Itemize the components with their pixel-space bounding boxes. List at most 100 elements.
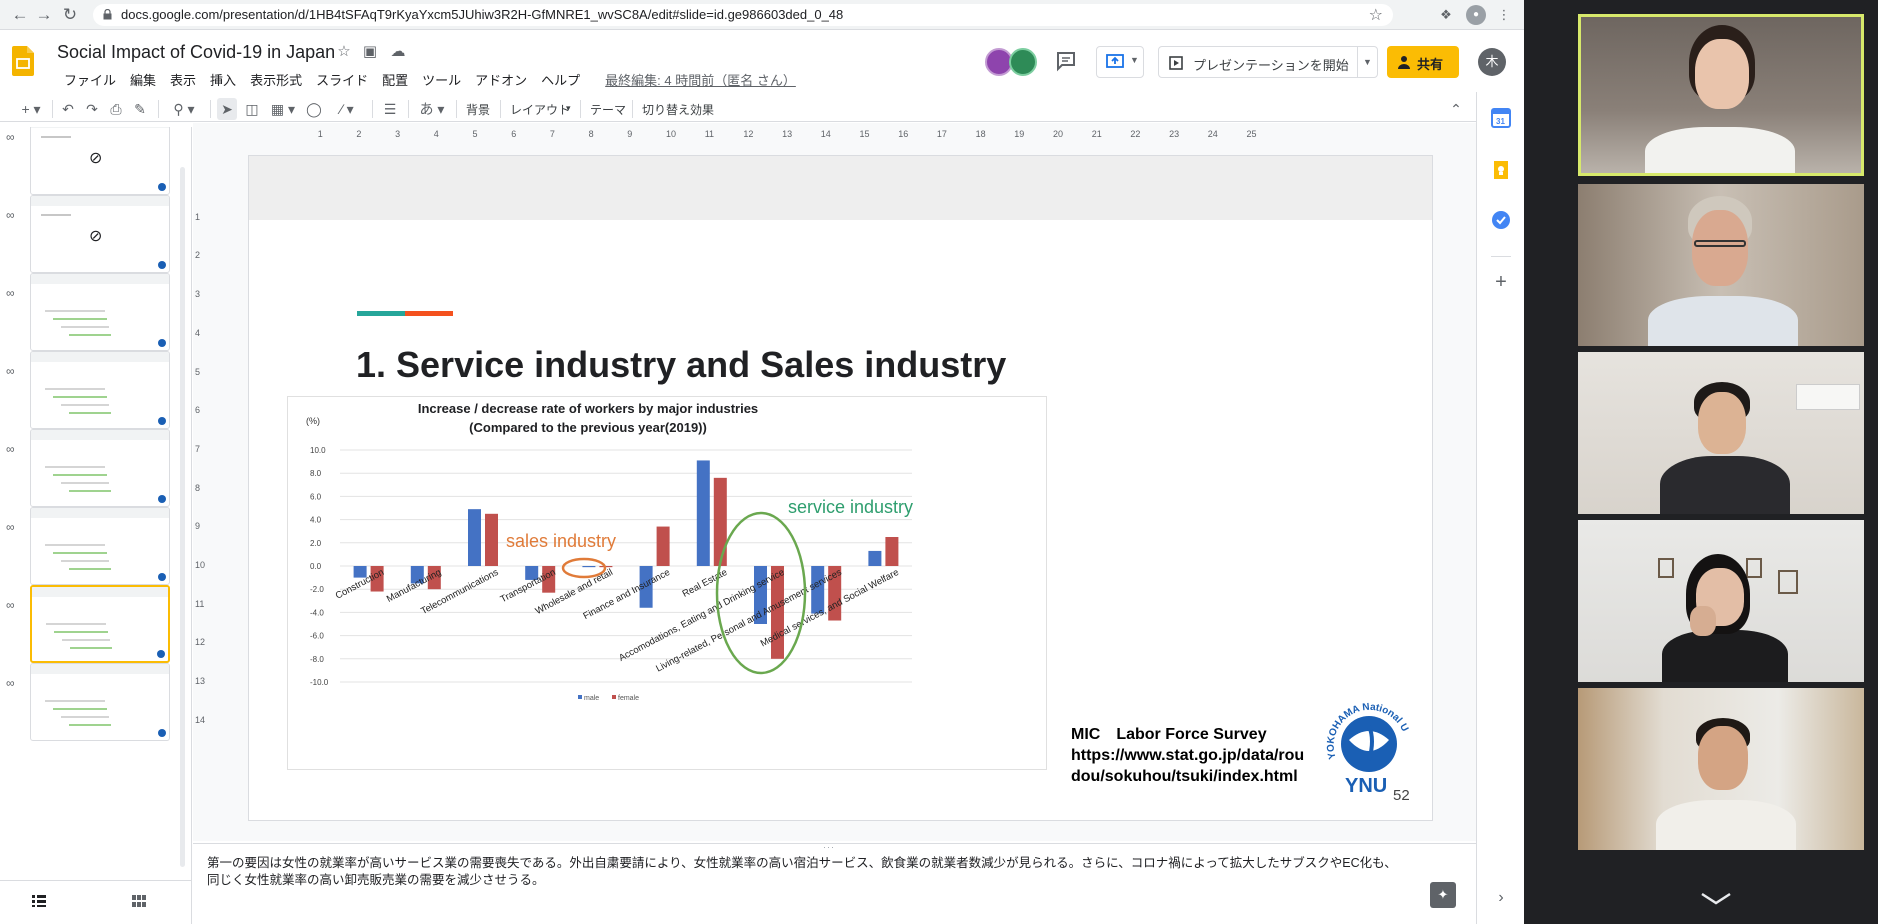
source-citation[interactable]: MIC Labor Force Survey https://www.stat.…: [1071, 724, 1304, 787]
participant-video[interactable]: [1578, 14, 1864, 176]
insert-comment-icon[interactable]: ☰: [380, 98, 400, 120]
bar-female[interactable]: [656, 526, 670, 566]
undo-icon[interactable]: ↶: [58, 98, 78, 120]
menu-slide[interactable]: スライド: [309, 68, 375, 91]
present-options-button[interactable]: ▼: [1096, 46, 1144, 78]
bookmark-star-icon[interactable]: ☆: [1369, 5, 1383, 25]
ruler-tick-label: 10: [195, 560, 206, 570]
filmstrip-view-icon[interactable]: [32, 895, 46, 907]
menu-file[interactable]: ファイル: [57, 68, 123, 91]
extensions-icon[interactable]: ❖: [1436, 5, 1456, 25]
comment-icon[interactable]: [1055, 50, 1077, 72]
profile-icon[interactable]: ●: [1466, 5, 1486, 25]
slide-thumbnail-53[interactable]: [30, 663, 170, 741]
document-title[interactable]: Social Impact of Covid-19 in Japan: [57, 42, 335, 63]
share-button[interactable]: 共有: [1387, 46, 1459, 78]
collapse-panel-icon[interactable]: [1696, 888, 1736, 908]
expand-panel-icon[interactable]: ›: [1491, 888, 1511, 908]
transition-button[interactable]: 切り替え効果: [642, 101, 714, 118]
address-bar[interactable]: docs.google.com/presentation/d/1HB4tSFAq…: [93, 4, 1393, 26]
slide-thumbnail-51[interactable]: [30, 507, 170, 585]
ruler-tick-label: 3: [195, 289, 201, 300]
participant-video[interactable]: [1578, 688, 1864, 850]
menu-insert[interactable]: 挿入: [203, 68, 243, 91]
present-dropdown-icon[interactable]: ▼: [1357, 47, 1377, 77]
menu-tools[interactable]: ツール: [415, 68, 468, 91]
url-text: docs.google.com/presentation/d/1HB4tSFAq…: [121, 7, 844, 22]
background-button[interactable]: 背景: [466, 101, 490, 118]
ruler-tick-label: 2: [195, 250, 201, 261]
thumb-header-band: [31, 508, 169, 518]
ruler-tick-label: 5: [195, 366, 201, 377]
paint-format-icon[interactable]: ✎: [130, 98, 150, 120]
start-presentation-button[interactable]: プレゼンテーションを開始 ▼: [1158, 46, 1378, 78]
menu-view[interactable]: 表示: [163, 68, 203, 91]
grid-view-icon[interactable]: [132, 895, 146, 907]
notes-resize-handle[interactable]: ···: [823, 842, 835, 852]
participant-video[interactable]: [1578, 352, 1864, 514]
speaker-notes[interactable]: ··· 第一の要因は女性の就業率が高いサービス業の需要喪失である。外出自粛要請に…: [193, 842, 1476, 924]
chart-image[interactable]: Increase / decrease rate of workers by m…: [287, 396, 1047, 770]
menu-edit[interactable]: 編集: [123, 68, 163, 91]
keep-icon[interactable]: [1491, 160, 1511, 180]
source-line: MIC Labor Force Survey: [1071, 726, 1267, 743]
thumb-line: [53, 474, 107, 476]
bar-female[interactable]: [885, 537, 899, 566]
tasks-icon[interactable]: [1491, 210, 1511, 230]
slides-logo-icon[interactable]: [12, 46, 34, 76]
ruler-tick-label: 3: [395, 129, 401, 139]
image-icon[interactable]: ▦ ▾: [268, 98, 298, 120]
menu-arrange[interactable]: 配置: [375, 68, 415, 91]
y-axis-label: (%): [306, 416, 320, 426]
notes-text[interactable]: 第一の要因は女性の就業率が高いサービス業の需要喪失である。外出自粛要請により、女…: [207, 855, 1407, 889]
forward-icon[interactable]: →: [32, 3, 56, 27]
collaborator-avatar[interactable]: [1009, 48, 1037, 76]
layout-dropdown-icon[interactable]: ▾: [566, 103, 571, 114]
bar-male[interactable]: [868, 550, 882, 566]
text-box-icon[interactable]: ◫: [242, 98, 262, 120]
docs-header: Social Impact of Covid-19 in Japan ☆ ▣ ☁…: [0, 30, 1524, 92]
layout-button[interactable]: レイアウト: [510, 101, 570, 118]
slide-thumbnail-52[interactable]: [30, 585, 170, 663]
slide-thumbnail-48[interactable]: [30, 273, 170, 351]
slide-canvas[interactable]: 1. Service industry and Sales industry I…: [249, 156, 1432, 820]
line-icon[interactable]: ∕ ▾: [330, 98, 364, 120]
user-avatar[interactable]: 木: [1478, 48, 1506, 76]
new-slide-icon[interactable]: + ▾: [14, 98, 48, 120]
bar-female[interactable]: [713, 477, 727, 566]
shape-icon[interactable]: ◯: [304, 98, 324, 120]
bar-male[interactable]: [468, 509, 481, 566]
filmstrip-scrollbar[interactable]: [180, 167, 185, 867]
horizontal-ruler[interactable]: 1 2 3 4 5 6 7 8 9 10 11 12 13 14 15 16 17 18 19 20 21 22 23 24 2…: [249, 127, 1429, 141]
calendar-icon[interactable]: 31: [1491, 108, 1511, 128]
add-addon-icon[interactable]: +: [1491, 272, 1511, 292]
participant-video[interactable]: [1578, 520, 1864, 682]
bar-male[interactable]: [696, 460, 710, 566]
slide-thumbnail-46[interactable]: ⊘: [30, 127, 170, 195]
zoom-icon[interactable]: ⚲ ▾: [166, 98, 202, 120]
slide-thumbnail-47[interactable]: ⊘: [30, 195, 170, 273]
last-edit-link[interactable]: 最終編集: 4 時間前（匿名 さん）: [587, 68, 803, 91]
back-icon[interactable]: ←: [8, 3, 32, 27]
slide-thumbnail-49[interactable]: [30, 351, 170, 429]
menu-format[interactable]: 表示形式: [243, 68, 309, 91]
theme-button[interactable]: テーマ: [590, 101, 626, 118]
redo-icon[interactable]: ↷: [82, 98, 102, 120]
print-icon[interactable]: ⎙: [106, 98, 126, 120]
participant-video[interactable]: [1578, 184, 1864, 346]
input-tools-icon[interactable]: あ ▾: [414, 98, 450, 120]
move-folder-icon[interactable]: ▣: [360, 42, 380, 60]
bar-female[interactable]: [485, 513, 498, 566]
select-cursor-icon[interactable]: ➤: [217, 98, 237, 120]
reload-icon[interactable]: ↻: [58, 3, 82, 27]
slide-title[interactable]: 1. Service industry and Sales industry: [356, 344, 1006, 386]
slide-thumbnail-50[interactable]: [30, 429, 170, 507]
menu-addons[interactable]: アドオン: [468, 68, 534, 91]
star-icon[interactable]: ☆: [334, 42, 354, 60]
menu-help[interactable]: ヘルプ: [534, 68, 587, 91]
notes-assist-icon[interactable]: ✦: [1430, 882, 1456, 908]
more-icon[interactable]: ⋮: [1494, 5, 1514, 25]
vertical-ruler[interactable]: 1 2 3 4 5 6 7 8 9 10 11 12 13 14: [193, 145, 205, 845]
collapse-toolbar-icon[interactable]: ⌃: [1446, 98, 1466, 120]
bar-male[interactable]: [582, 566, 596, 568]
